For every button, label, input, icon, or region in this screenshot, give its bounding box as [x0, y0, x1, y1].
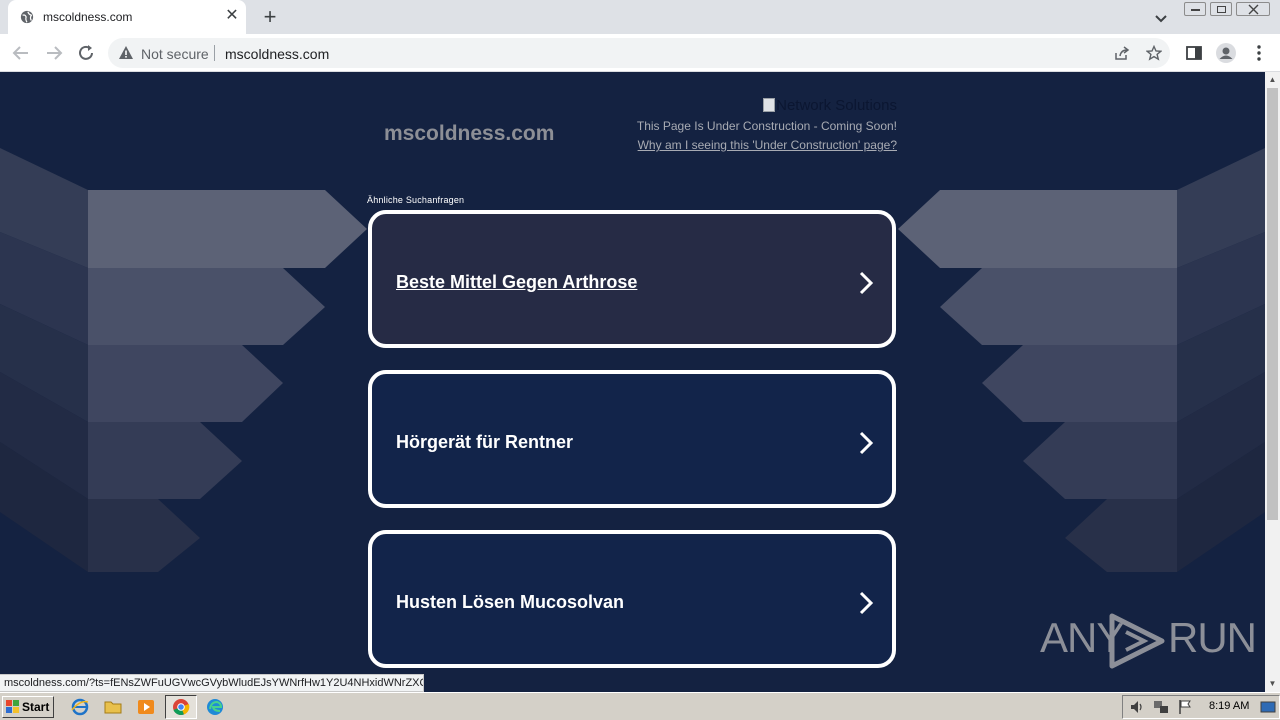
related-search-card[interactable]: Beste Mittel Gegen Arthrose: [368, 210, 896, 348]
related-search-label[interactable]: Beste Mittel Gegen Arthrose: [396, 272, 637, 293]
close-window-button[interactable]: [1236, 2, 1270, 16]
vertical-scrollbar[interactable]: ▲ ▼: [1265, 72, 1280, 692]
windows-logo-icon: [6, 700, 19, 713]
tab-strip: mscoldness.com ✕ +: [0, 0, 1280, 34]
related-search-card[interactable]: Husten Lösen Mucosolvan: [368, 530, 896, 668]
show-desktop-icon[interactable]: [1259, 698, 1277, 716]
play-logo-icon: [1109, 613, 1165, 669]
why-link[interactable]: Why am I seeing this 'Under Construction…: [560, 138, 897, 152]
related-search-label[interactable]: Hörgerät für Rentner: [396, 432, 573, 453]
scrollbar-thumb[interactable]: [1267, 88, 1278, 520]
scroll-down-arrow-icon[interactable]: ▼: [1268, 679, 1277, 688]
close-tab-icon[interactable]: ✕: [224, 8, 240, 24]
broken-image-icon: [763, 98, 776, 112]
chevron-down-icon[interactable]: [1152, 9, 1170, 27]
not-secure-label[interactable]: Not secure: [141, 46, 209, 62]
tab-title: mscoldness.com: [43, 10, 133, 24]
windows-taskbar: Start 8:19 AM: [0, 692, 1280, 720]
reload-icon[interactable]: [75, 42, 97, 64]
taskbar-chrome-button[interactable]: [165, 695, 197, 719]
start-button[interactable]: Start: [2, 696, 54, 718]
page-title: mscoldness.com: [384, 122, 555, 145]
related-searches-label: Ähnliche Suchanfragen: [367, 195, 465, 205]
related-search-card[interactable]: Hörgerät für Rentner: [368, 370, 896, 508]
speaker-icon[interactable]: [1128, 698, 1146, 716]
network-solutions-logo: Network Solutions: [756, 97, 897, 114]
edge-icon[interactable]: [206, 698, 224, 716]
omnibox-separator: [214, 45, 215, 61]
chevron-right-icon: [859, 271, 874, 295]
warning-icon[interactable]: [118, 45, 134, 61]
logo-alt-text: Network Solutions: [776, 97, 897, 114]
back-arrow-icon[interactable]: [10, 42, 32, 64]
start-label: Start: [22, 700, 50, 714]
chevron-right-icon: [859, 591, 874, 615]
forward-arrow-icon[interactable]: [43, 42, 65, 64]
action-center-flag-icon[interactable]: [1176, 698, 1194, 716]
internet-explorer-icon[interactable]: [71, 698, 89, 716]
scroll-up-arrow-icon[interactable]: ▲: [1268, 75, 1277, 84]
share-icon[interactable]: [1114, 45, 1130, 61]
chevron-right-icon: [859, 431, 874, 455]
address-bar[interactable]: Not secure mscoldness.com: [108, 38, 1170, 68]
related-search-label[interactable]: Husten Lösen Mucosolvan: [396, 592, 624, 613]
watermark-right-text: RUN: [1168, 614, 1257, 661]
minimize-button[interactable]: [1184, 2, 1206, 16]
page-viewport: mscoldness.com Network Solutions This Pa…: [0, 72, 1265, 692]
taskbar-clock[interactable]: 8:19 AM: [1209, 700, 1249, 712]
chrome-icon: [173, 699, 190, 716]
folder-icon[interactable]: [104, 698, 122, 716]
media-player-icon[interactable]: [137, 698, 155, 716]
side-panel-icon[interactable]: [1184, 43, 1204, 63]
status-url-bubble: mscoldness.com/?ts=fENsZWFuUGVwcGVybWlud…: [0, 674, 424, 692]
browser-tab[interactable]: mscoldness.com ✕: [8, 0, 246, 34]
profile-avatar-icon[interactable]: [1216, 43, 1236, 63]
globe-icon: [20, 10, 34, 24]
star-icon[interactable]: [1146, 45, 1162, 61]
new-tab-button[interactable]: +: [258, 6, 282, 28]
close-icon: [1248, 4, 1259, 15]
url-text[interactable]: mscoldness.com: [225, 46, 329, 62]
browser-toolbar: Not secure mscoldness.com: [0, 34, 1280, 72]
under-construction-text: This Page Is Under Construction - Coming…: [636, 119, 897, 133]
network-icon[interactable]: [1152, 698, 1170, 716]
menu-dots-icon[interactable]: [1249, 43, 1269, 63]
restore-button[interactable]: [1210, 2, 1232, 16]
